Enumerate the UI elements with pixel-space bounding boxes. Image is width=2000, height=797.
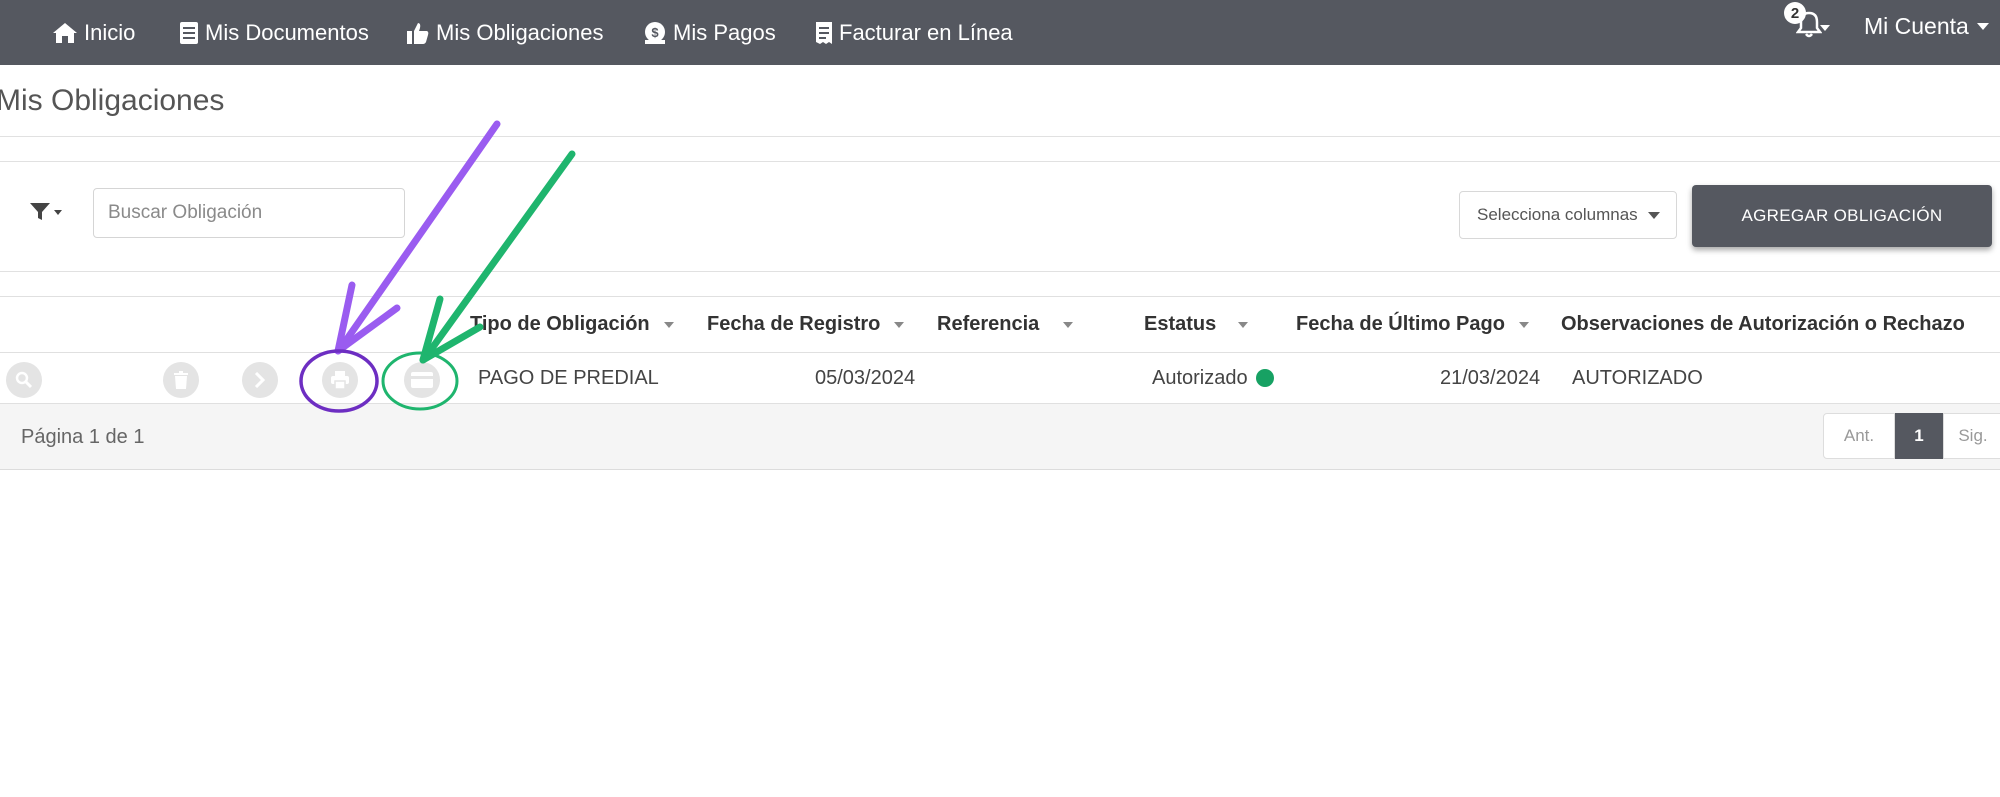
sort-caret-icon — [1063, 321, 1074, 328]
sort-caret-icon — [1238, 321, 1249, 328]
column-header-label: Estatus — [1144, 313, 1217, 335]
column-header-fecha-registro[interactable]: Fecha de Registro — [707, 297, 905, 352]
view-button[interactable] — [6, 362, 42, 398]
column-header-label: Observaciones de Autorización o Rechazo — [1561, 313, 1965, 335]
nav-item-inicio[interactable]: Inicio — [52, 0, 135, 65]
nav-item-label: Inicio — [84, 19, 136, 45]
document-icon — [180, 21, 198, 44]
search-icon — [15, 371, 33, 389]
search-input[interactable] — [93, 188, 405, 238]
notification-badge: 2 — [1784, 2, 1806, 24]
filter-icon — [30, 203, 62, 220]
column-header-label: Fecha de Registro — [707, 313, 881, 335]
table-row: PAGO DE PREDIAL 05/03/2024 Autorizado 21… — [0, 353, 2000, 404]
column-header-tipo[interactable]: Tipo de Obligación — [470, 297, 674, 352]
nav-item-mis-obligaciones[interactable]: Mis Obligaciones — [406, 0, 604, 65]
cell-tipo: PAGO DE PREDIAL — [478, 366, 659, 389]
pay-button[interactable] — [404, 362, 440, 398]
home-icon — [53, 22, 77, 43]
thumbs-up-icon — [407, 22, 429, 44]
cell-estatus: Autorizado — [1152, 353, 1274, 403]
page-title: Mis Obligaciones — [0, 84, 225, 117]
notifications-button[interactable]: 2 — [1784, 0, 1840, 65]
filter-button[interactable] — [30, 203, 64, 226]
divider — [0, 161, 2000, 162]
cell-observaciones: AUTORIZADO — [1572, 366, 1703, 389]
delete-button[interactable] — [163, 362, 199, 398]
nav-item-mis-documentos[interactable]: Mis Documentos — [179, 0, 369, 65]
money-icon: $ — [645, 21, 665, 44]
column-header-estatus[interactable]: Estatus — [1144, 297, 1249, 352]
print-icon — [331, 371, 349, 389]
sort-caret-icon — [1518, 321, 1529, 328]
column-header-observaciones[interactable]: Observaciones de Autorización o Rechazo — [1561, 297, 1965, 352]
svg-text:$: $ — [651, 25, 659, 40]
cell-fecha-ultimo-pago: 21/03/2024 — [1440, 366, 1541, 389]
divider — [0, 136, 2000, 137]
next-page-button[interactable]: Sig. — [1943, 413, 2000, 459]
add-obligation-button[interactable]: AGREGAR OBLIGACIÓN — [1692, 185, 1992, 247]
status-indicator — [1255, 369, 1274, 387]
nav-item-facturar-en-linea[interactable]: Facturar en Línea — [815, 0, 1013, 65]
account-label: Mi Cuenta — [1864, 12, 1969, 39]
column-header-label: Referencia — [937, 313, 1040, 335]
account-menu[interactable]: Mi Cuenta — [1864, 0, 1989, 52]
status-label: Autorizado — [1152, 366, 1248, 389]
column-header-label: Fecha de Último Pago — [1296, 313, 1505, 335]
divider — [0, 271, 2000, 272]
sort-caret-icon — [663, 321, 674, 328]
pagination-bar: Página 1 de 1 — [0, 404, 2000, 470]
chevron-right-icon — [254, 372, 266, 388]
nav-item-label: Mis Pagos — [673, 19, 776, 45]
table-header: Tipo de Obligación Fecha de Registro Ref… — [0, 296, 2000, 353]
top-navbar: Inicio Mis Documentos Mis Obligaciones $… — [0, 0, 2000, 65]
print-button[interactable] — [322, 362, 358, 398]
credit-card-icon — [411, 372, 433, 388]
prev-page-button[interactable]: Ant. — [1823, 413, 1895, 459]
columns-select[interactable]: Selecciona columnas — [1459, 191, 1677, 239]
caret-down-icon — [1820, 25, 1830, 31]
caret-down-icon — [1647, 211, 1660, 219]
column-header-referencia[interactable]: Referencia — [937, 297, 1074, 352]
nav-item-mis-pagos[interactable]: $ Mis Pagos — [643, 0, 776, 65]
open-button[interactable] — [242, 362, 278, 398]
columns-select-label: Selecciona columnas — [1477, 205, 1638, 224]
nav-item-label: Mis Obligaciones — [436, 19, 604, 45]
column-header-fecha-ultimo-pago[interactable]: Fecha de Último Pago — [1296, 297, 1529, 352]
caret-down-icon — [1976, 22, 1989, 30]
sort-caret-icon — [894, 321, 905, 328]
column-header-label: Tipo de Obligación — [470, 313, 650, 335]
nav-item-label: Mis Documentos — [205, 19, 369, 45]
page-info: Página 1 de 1 — [21, 425, 145, 448]
nav-item-label: Facturar en Línea — [839, 19, 1013, 45]
receipt-icon — [816, 21, 832, 44]
trash-icon — [174, 371, 188, 389]
page-1-button[interactable]: 1 — [1895, 413, 1943, 459]
cell-fecha-registro: 05/03/2024 — [815, 366, 916, 389]
